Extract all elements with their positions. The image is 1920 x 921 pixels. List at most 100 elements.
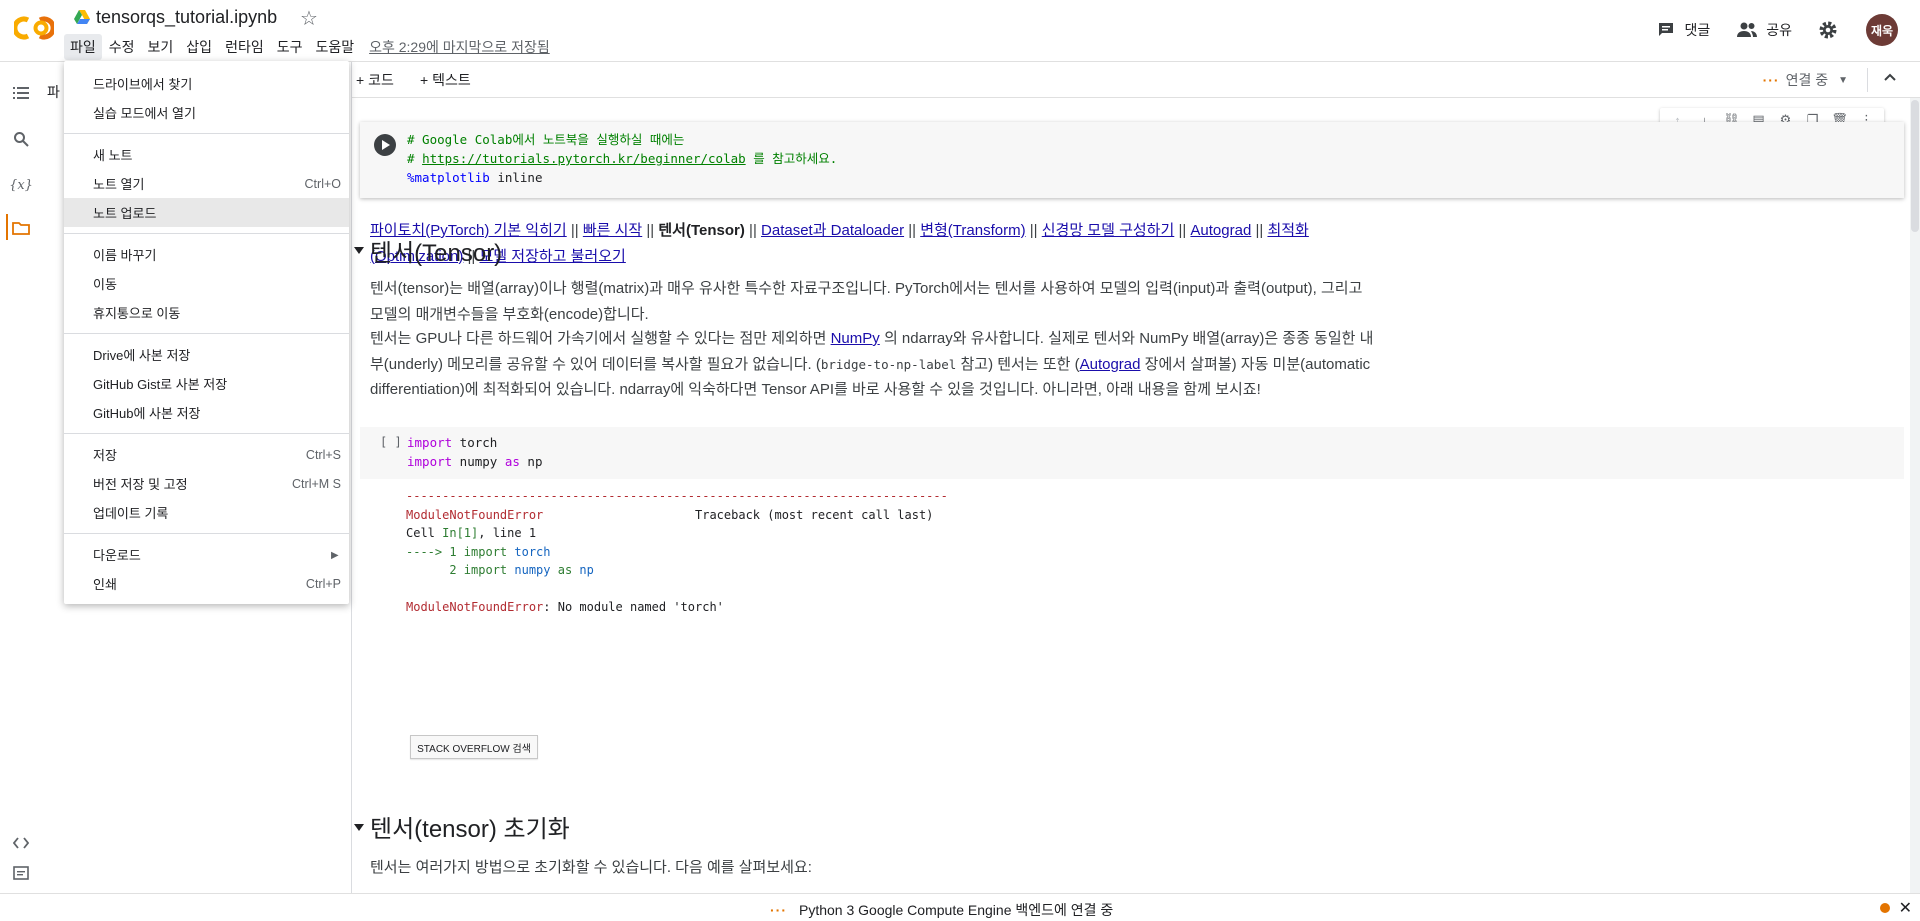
autograd-link[interactable]: Autograd <box>1080 356 1141 373</box>
code-cell-2-source[interactable]: import torch import numpy as np <box>407 433 542 471</box>
star-icon[interactable]: ☆ <box>300 6 318 31</box>
output-line: , line 1 <box>478 526 537 540</box>
code-keyword: as <box>504 454 520 469</box>
execution-count[interactable]: [ ] <box>380 435 402 449</box>
menu-item[interactable]: GitHub에 사본 저장 <box>64 398 349 427</box>
menu-item-label: 실습 모드에서 열기 <box>93 106 196 121</box>
code-line: numpy <box>452 454 505 469</box>
collapse-section-icon[interactable] <box>354 824 364 831</box>
command-palette-icon[interactable] <box>10 862 32 884</box>
connect-button[interactable]: ··· 연결 중 ▼ <box>1763 70 1848 90</box>
output-line: Cell <box>406 526 443 540</box>
menu-insert[interactable]: 삽입 <box>180 34 218 60</box>
menu-item[interactable]: 노트 업로드 <box>64 198 349 227</box>
menu-item-shortcut: Ctrl+P <box>305 576 341 591</box>
folder-icon[interactable] <box>10 217 32 239</box>
connection-label: 연결 중 <box>1785 72 1829 88</box>
menu-item[interactable]: 새 노트 <box>64 140 349 169</box>
scrollbar-thumb[interactable] <box>1911 100 1919 232</box>
nav-links: 파이토치(PyTorch) 기본 익히기 || 빠른 시작 || 텐서(Tens… <box>370 218 1380 269</box>
menu-tools[interactable]: 도구 <box>271 34 309 60</box>
nav-link[interactable]: 변형(Transform) <box>920 222 1025 239</box>
menu-item[interactable]: 인쇄 Ctrl+P <box>64 569 349 598</box>
output-line: numpy <box>507 563 551 577</box>
colab-logo-icon[interactable] <box>14 14 54 42</box>
output-line: import <box>463 563 508 577</box>
menu-item[interactable]: Drive에 사본 저장 <box>64 340 349 369</box>
code-cell-1-source[interactable]: # Google Colab에서 노트북을 실행하실 때에는 # https:/… <box>407 130 837 187</box>
notebook-area: ↑ ↓ ⛓ ▤ ⚙ ❐ 🗑 ⋮ # Google Colab에서 노트북을 실행… <box>352 98 1920 908</box>
menu-item-label: GitHub에 사본 저장 <box>93 406 201 421</box>
code-magic: %matplotlib <box>407 170 490 185</box>
menu-item-label: GitHub Gist로 사본 저장 <box>93 377 228 392</box>
share-button[interactable]: 공유 <box>1736 20 1792 40</box>
nav-sep: || <box>642 222 659 239</box>
chevron-down-icon[interactable]: ▼ <box>1838 75 1848 86</box>
paragraph: 텐서는 여러가지 방법으로 초기화할 수 있습니다. 다음 예를 살펴보세요: <box>370 859 812 876</box>
menu-edit[interactable]: 수정 <box>103 34 141 60</box>
menu-item[interactable]: 실습 모드에서 열기 <box>64 98 349 127</box>
output-line: : No module named 'torch' <box>543 600 724 614</box>
menu-runtime[interactable]: 런타임 <box>219 34 270 60</box>
menu-item[interactable]: 업데이트 기록 <box>64 498 349 527</box>
connecting-indicator-icon: ··· <box>1762 72 1780 88</box>
menu-item[interactable]: 저장 Ctrl+S <box>64 440 349 469</box>
notebook-scrollbar[interactable] <box>1910 98 1920 908</box>
code-cell-2[interactable]: [ ] import torch import numpy as np <box>360 427 1904 479</box>
nav-sep: || <box>1251 222 1268 239</box>
nav-sep: || <box>1174 222 1191 239</box>
last-saved-link[interactable]: 오후 2:29에 마지막으로 저장됨 <box>369 37 550 57</box>
menu-item-label: Drive에 사본 저장 <box>93 348 191 363</box>
menu-item-label: 노트 열기 <box>93 177 145 192</box>
notebook-title[interactable]: tensorqs_tutorial.ipynb <box>96 7 277 28</box>
settings-button[interactable] <box>1818 20 1846 40</box>
menu-item[interactable]: 드라이브에서 찾기 <box>64 69 349 98</box>
code-line: np <box>519 454 543 469</box>
menu-item-label: 다운로드 <box>93 548 141 563</box>
stack-overflow-search-button[interactable]: STACK OVERFLOW 검색 <box>410 735 538 759</box>
avatar[interactable]: 재욱 <box>1866 14 1898 46</box>
nav-link[interactable]: Autograd <box>1190 222 1251 239</box>
menu-item-label: 이름 바꾸기 <box>93 248 157 263</box>
section-heading: 텐서(tensor) 초기화 <box>370 816 570 843</box>
nav-link[interactable]: Dataset과 Dataloader <box>761 222 904 239</box>
output-line: ----------------------------------------… <box>406 489 948 503</box>
nav-link[interactable]: 신경망 모델 구성하기 <box>1042 222 1175 239</box>
menu-item[interactable]: 이름 바꾸기 <box>64 240 349 269</box>
search-icon[interactable] <box>10 128 32 150</box>
menu-item[interactable]: 이동 <box>64 269 349 298</box>
comment-label: 댓글 <box>1684 22 1711 38</box>
numpy-link[interactable]: NumPy <box>831 330 880 347</box>
code-link[interactable]: https://tutorials.pytorch.kr/beginner/co… <box>422 151 746 166</box>
menu-item-shortcut: Ctrl+S <box>305 447 341 462</box>
menu-item[interactable]: GitHub Gist로 사본 저장 <box>64 369 349 398</box>
menu-item-label: 인쇄 <box>93 577 117 592</box>
collapse-header-icon[interactable] <box>1882 69 1898 88</box>
paragraph: 텐서(tensor)는 배열(array)이나 행렬(matrix)과 매우 유… <box>370 280 1363 323</box>
code-snippets-icon[interactable] <box>10 832 32 854</box>
menu-item[interactable]: 버전 저장 및 고정 Ctrl+M S <box>64 469 349 498</box>
menu-item-shortcut: ► <box>328 547 341 562</box>
close-icon[interactable]: ✕ <box>1899 898 1912 918</box>
menu-item[interactable]: 노트 열기 Ctrl+O <box>64 169 349 198</box>
run-cell-button[interactable] <box>374 134 396 156</box>
menu-view[interactable]: 보기 <box>142 34 180 60</box>
menu-item-label: 휴지통으로 이동 <box>93 306 181 321</box>
variables-icon[interactable]: {x} <box>9 174 33 196</box>
code-keyword: import <box>407 454 453 469</box>
code-cell-1[interactable]: # Google Colab에서 노트북을 실행하실 때에는 # https:/… <box>360 122 1904 198</box>
menu-item[interactable]: 다운로드 ► <box>64 540 349 569</box>
menu-file[interactable]: 파일 <box>64 34 102 60</box>
comment-button[interactable]: 댓글 <box>1656 20 1710 40</box>
menu-help[interactable]: 도움말 <box>309 34 360 60</box>
menu-item[interactable]: 휴지통으로 이동 <box>64 298 349 327</box>
table-of-contents-icon[interactable] <box>10 82 32 104</box>
nav-link[interactable]: 빠른 시작 <box>583 222 642 239</box>
file-menu-dropdown: 드라이브에서 찾기실습 모드에서 열기새 노트 노트 열기 Ctrl+O 노트 업로드… <box>64 61 349 604</box>
menu-item-label: 저장 <box>93 448 117 463</box>
add-code-button[interactable]: + 코드 <box>356 70 394 90</box>
add-text-button[interactable]: + 텍스트 <box>420 70 471 90</box>
collapse-section-icon[interactable] <box>354 247 364 254</box>
notebook-toolbar: + 코드 + 텍스트 ··· 연결 중 ▼ <box>352 62 1920 98</box>
output-line: In[1] <box>442 526 479 540</box>
